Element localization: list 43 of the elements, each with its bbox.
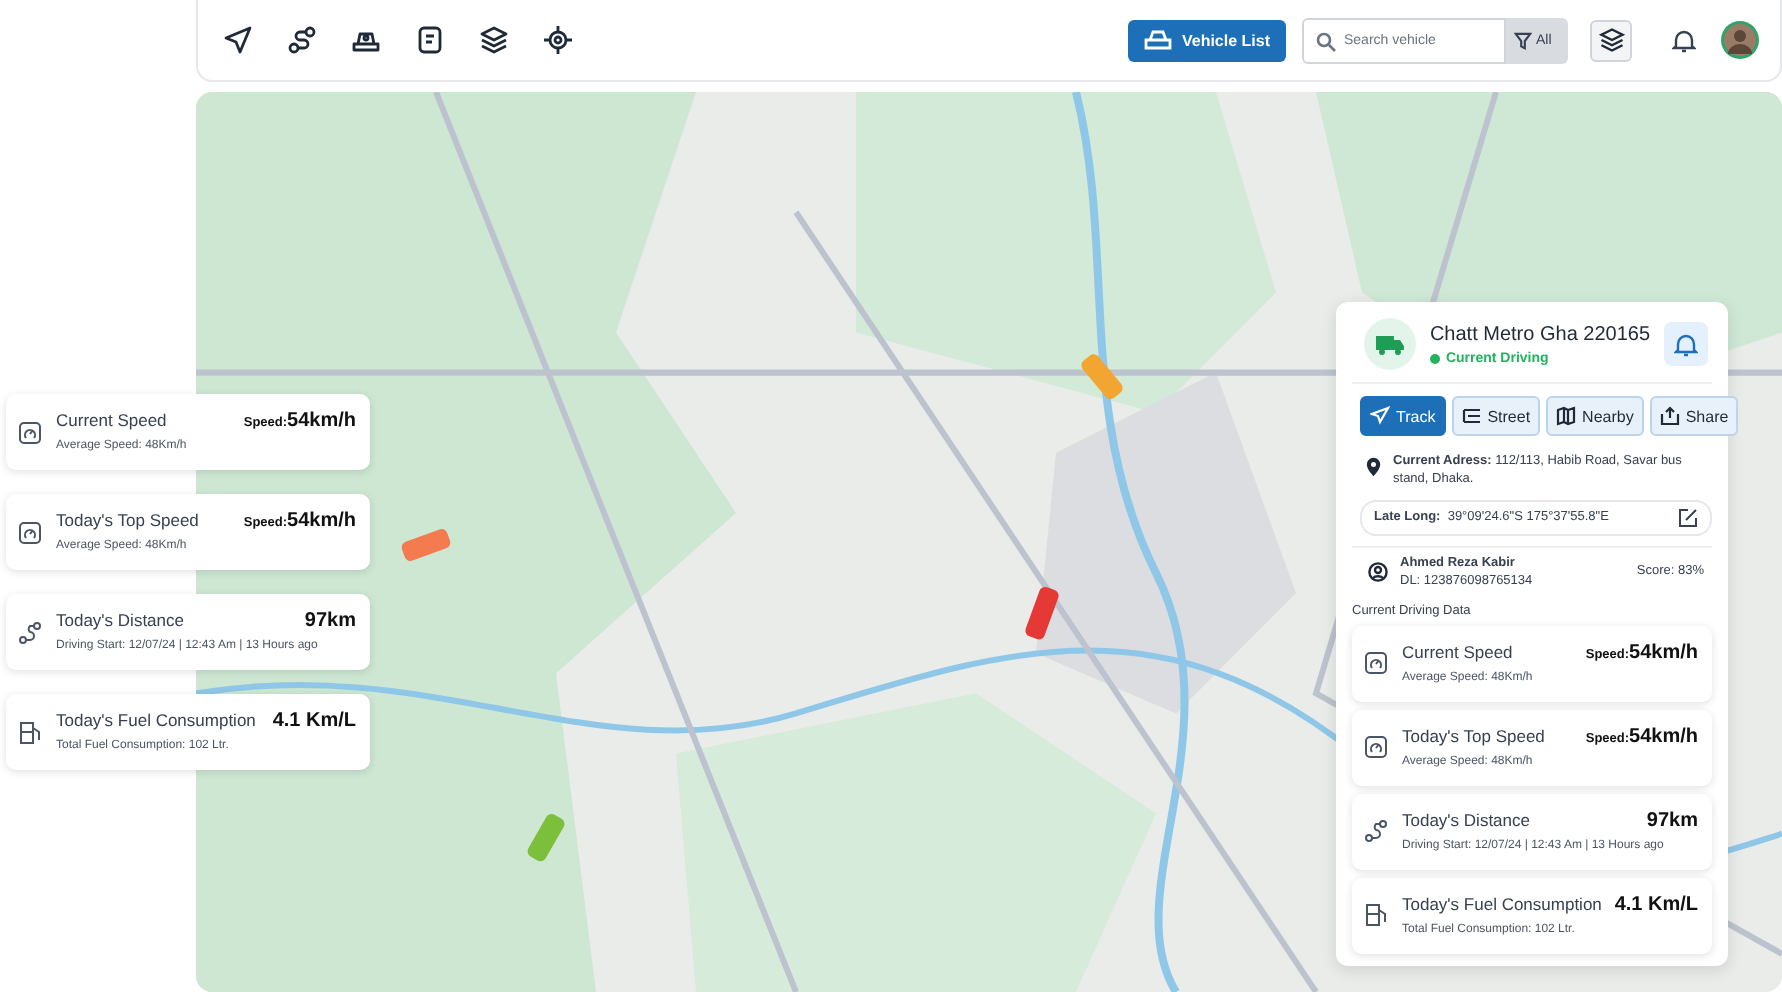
truck-icon (1364, 318, 1416, 370)
vehicle-name: Chatt Metro Gha 220165 (1429, 323, 1651, 345)
route-icon (1364, 818, 1388, 845)
action-tab[interactable]: Street (1451, 396, 1541, 436)
stat-title: Today's Fuel Consumption (56, 710, 256, 730)
stat-title: Current Speed (56, 410, 167, 430)
location-pin-icon (1366, 456, 1382, 478)
stat-title: Today's Top Speed (56, 510, 199, 530)
avatar[interactable] (1720, 20, 1760, 60)
stat-title: Today's Fuel Consumption (1402, 893, 1602, 914)
stat-title: Current Speed (1402, 641, 1513, 662)
action-tab[interactable]: Share (1649, 396, 1739, 436)
stat-value: 4.1 Km/L (1614, 893, 1698, 916)
route-icon (18, 619, 42, 645)
filter-icon (1514, 31, 1532, 49)
layers-icon (1597, 26, 1625, 54)
car-icon (1143, 28, 1172, 52)
target-icon[interactable] (538, 20, 578, 60)
speedometer-icon (1364, 734, 1388, 761)
stat-title: Today's Top Speed (1402, 725, 1545, 746)
stat-value: 97km (304, 610, 356, 632)
layers-button[interactable] (1590, 19, 1632, 61)
notification-bell-icon[interactable] (1664, 322, 1708, 366)
fuel-pump-icon (1364, 902, 1388, 929)
stat-title: Today's Distance (56, 610, 184, 630)
stat-value: 4.1 Km/L (272, 710, 356, 732)
speedometer-icon (18, 419, 42, 445)
status-dot (1429, 353, 1440, 363)
fuel-pump-icon (18, 719, 42, 745)
search-icon (1316, 31, 1336, 51)
stat-value: 97km (1646, 809, 1698, 832)
vehicle-list-button[interactable]: Vehicle List (1127, 19, 1286, 61)
speedometer-icon (18, 519, 42, 545)
map-icon (1556, 406, 1577, 426)
stat-title: Today's Distance (1402, 809, 1530, 830)
user-icon (1368, 561, 1388, 582)
speedometer-icon (1364, 650, 1388, 677)
share-icon (1659, 406, 1680, 426)
navigation-arrow-icon (1370, 406, 1390, 426)
street-icon (1461, 406, 1482, 426)
edit-icon[interactable] (1678, 507, 1698, 528)
action-tab[interactable]: Track (1360, 396, 1446, 436)
action-tab[interactable]: Nearby (1546, 396, 1644, 436)
